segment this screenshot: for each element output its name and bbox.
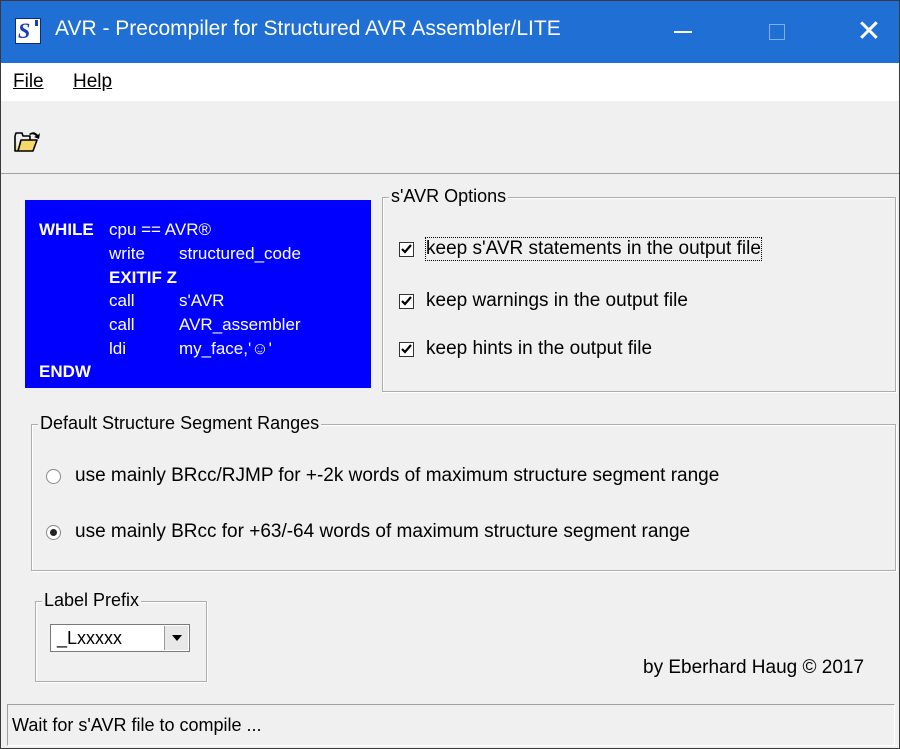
- checkbox-label: keep s'AVR statements in the output file: [425, 237, 762, 261]
- status-text: Wait for s'AVR file to compile ...: [12, 715, 262, 735]
- label-prefix-select[interactable]: _Lxxxxx: [50, 624, 190, 652]
- options-group-title: s'AVR Options: [389, 186, 509, 207]
- promo-line: call: [109, 291, 135, 310]
- open-folder-icon: [14, 132, 40, 152]
- minimize-icon: [674, 31, 692, 33]
- check-mark-icon: [401, 343, 412, 354]
- label-prefix-title: Label Prefix: [42, 590, 142, 611]
- status-bar: Wait for s'AVR file to compile ...: [7, 704, 895, 746]
- app-icon[interactable]: S: [15, 18, 41, 44]
- promo-line: cpu == AVR®: [109, 220, 211, 239]
- menu-file[interactable]: File: [13, 71, 44, 93]
- check-mark-icon: [401, 243, 412, 254]
- promo-line: call: [109, 315, 135, 334]
- promo-line: write: [109, 244, 145, 263]
- radio-label: use mainly BRcc for +63/-64 words of max…: [75, 521, 691, 542]
- app-icon-letter: S: [18, 18, 31, 43]
- radio-brcc[interactable]: use mainly BRcc for +63/-64 words of max…: [46, 521, 690, 543]
- chevron-down-icon: [171, 635, 182, 641]
- menu-help-label: Help: [73, 71, 113, 92]
- maximize-button: [747, 1, 807, 63]
- radio-selected-dot: [50, 528, 57, 536]
- toolbar: [1, 102, 899, 174]
- segment-ranges-title: Default Structure Segment Ranges: [38, 413, 322, 434]
- checkbox-keep-statements[interactable]: keep s'AVR statements in the output file: [399, 237, 762, 261]
- main-window: S AVR - Precompiler for Structured AVR A…: [0, 0, 900, 749]
- promo-line: ldi: [109, 339, 127, 358]
- menu-file-label: File: [13, 71, 44, 92]
- promo-keyword: EXITIF Z: [109, 268, 177, 287]
- close-button[interactable]: ✕: [839, 1, 899, 63]
- checkbox-box[interactable]: [399, 341, 414, 357]
- promo-line: my_face,'☺': [179, 339, 272, 358]
- promo-keyword: ENDW: [39, 362, 91, 381]
- menu-help[interactable]: Help: [73, 71, 112, 93]
- checkbox-box[interactable]: [399, 293, 414, 309]
- promo-line: EXITIF Z: [109, 268, 177, 288]
- minimize-button[interactable]: [653, 1, 713, 63]
- promo-line: ENDW: [39, 362, 91, 382]
- checkbox-keep-hints[interactable]: keep hints in the output file: [399, 338, 652, 360]
- title-bar[interactable]: S AVR - Precompiler for Structured AVR A…: [1, 1, 899, 63]
- promo-keyword: WHILE: [39, 220, 94, 239]
- radio-label: use mainly BRcc/RJMP for +-2k words of m…: [75, 465, 720, 486]
- checkbox-box[interactable]: [399, 241, 414, 257]
- window-title: AVR - Precompiler for Structured AVR Ass…: [55, 17, 561, 40]
- author-credit: by Eberhard Haug © 2017: [643, 657, 865, 678]
- open-file-button[interactable]: [13, 130, 41, 154]
- checkbox-label: keep hints in the output file: [426, 338, 653, 359]
- radio-circle[interactable]: [46, 468, 61, 484]
- promo-line: s'AVR: [179, 291, 225, 310]
- options-group: s'AVR Options keep s'AVR statements in t…: [382, 186, 896, 392]
- maximize-icon: [769, 24, 785, 40]
- radio-circle[interactable]: [46, 524, 61, 540]
- label-prefix-value: _Lxxxxx: [57, 628, 123, 648]
- dropdown-button[interactable]: [164, 626, 188, 650]
- promo-line: WHILE: [39, 220, 94, 240]
- promo-banner: WHILE cpu == AVR® write structured_code …: [25, 200, 371, 388]
- close-icon: ✕: [856, 15, 882, 48]
- promo-line: structured_code: [179, 244, 301, 263]
- checkbox-label: keep warnings in the output file: [426, 290, 688, 311]
- segment-ranges-group: Default Structure Segment Ranges use mai…: [31, 413, 896, 571]
- menu-bar: File Help: [1, 63, 899, 101]
- radio-brcc-rjmp[interactable]: use mainly BRcc/RJMP for +-2k words of m…: [46, 465, 719, 487]
- checkbox-keep-warnings[interactable]: keep warnings in the output file: [399, 290, 688, 312]
- label-prefix-group: Label Prefix _Lxxxxx: [35, 590, 207, 682]
- promo-line: AVR_assembler: [179, 315, 301, 334]
- check-mark-icon: [401, 295, 412, 306]
